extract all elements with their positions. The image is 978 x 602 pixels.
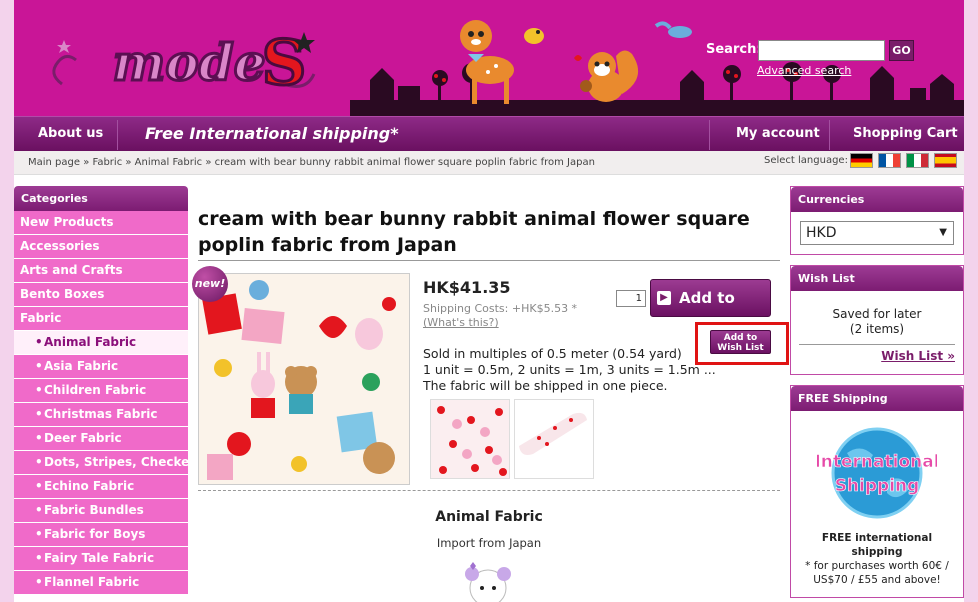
category-item[interactable]: Christmas Fabric <box>14 403 188 427</box>
product-price: HK$41.35 <box>423 278 511 297</box>
category-section-title: Animal Fabric <box>435 509 543 525</box>
product-main: cream with bear bunny rabbit animal flow… <box>192 186 789 602</box>
cat-mascot-icon <box>465 562 511 602</box>
nav-free-international-shipping[interactable]: Free International shipping* <box>145 117 399 152</box>
fabric-roll-thumbnail-image <box>515 400 593 478</box>
category-item[interactable]: Fabric <box>14 307 188 331</box>
category-item[interactable]: Echino Fabric <box>14 475 188 499</box>
description-line: Sold in multiples of 0.5 meter (0.54 yar… <box>423 346 682 361</box>
category-item[interactable]: Arts and Crafts <box>14 259 188 283</box>
language-label: Select language: <box>764 155 848 166</box>
advanced-search-link[interactable]: Advanced search <box>757 64 851 77</box>
free-shipping-box: FREE Shipping International Shipping FRE… <box>790 385 964 598</box>
category-item[interactable]: Fairy Tale Fabric <box>14 547 188 571</box>
wishlist-box: Wish List Saved for later (2 items) Wish… <box>790 265 964 375</box>
category-item[interactable]: Flannel Fabric <box>14 571 188 595</box>
breadcrumb-bar: Main page » Fabric » Animal Fabric » cre… <box>14 151 964 175</box>
wishlist-divider <box>799 344 955 345</box>
nav-about-us[interactable]: About us <box>38 117 103 152</box>
free-shipping-bold-line: FREE international shipping <box>821 532 933 558</box>
svg-text:mode: mode <box>112 33 265 92</box>
shipping-costs: Shipping Costs: +HK$5.53 * (What's this?… <box>423 302 615 330</box>
dropdown-arrow-icon: ▼ <box>939 227 947 238</box>
search-go-button[interactable]: GO <box>889 40 914 61</box>
category-item[interactable]: Accessories <box>14 235 188 259</box>
free-shipping-heading: FREE Shipping <box>791 386 963 411</box>
svg-text:S: S <box>262 26 307 99</box>
category-list: New Products Accessories Arts and Crafts Be… <box>14 211 188 595</box>
categories-sidebar: Categories New Products Accessories Arts a… <box>14 186 188 602</box>
wishlist-link[interactable]: Wish List » <box>799 349 955 364</box>
quantity-input[interactable]: 1 <box>616 290 646 307</box>
forest-animals-illustration <box>350 20 964 116</box>
site-header: mode S Search: GO Advanced search <box>14 0 964 116</box>
international-shipping-image[interactable]: International Shipping <box>814 423 940 523</box>
nav-divider <box>709 120 710 150</box>
wishlist-saved-text: Saved for later <box>832 307 922 321</box>
free-shipping-text: FREE international shipping * for purcha… <box>791 523 963 597</box>
fabric-pattern-image <box>199 274 409 484</box>
shipping-costs-text: Shipping Costs: +HK$5.53 * <box>423 302 578 315</box>
search-input[interactable] <box>758 40 885 61</box>
right-sidebar: Currencies HKD ▼ Wish List Saved for lat… <box>790 186 964 602</box>
page: mode S Search: GO Advanced search About … <box>14 0 964 602</box>
flag-spanish-icon[interactable] <box>934 153 957 168</box>
modes-logo[interactable]: mode S <box>44 22 334 102</box>
wishlist-count: (2 items) <box>849 322 905 336</box>
category-item[interactable]: Dots, Stripes, Checker <box>14 451 188 475</box>
nav-divider <box>829 120 830 150</box>
wishlist-heading: Wish List <box>791 266 963 291</box>
category-item[interactable]: Fabric Bundles <box>14 499 188 523</box>
search-label: Search: <box>706 42 762 57</box>
flag-italian-icon[interactable] <box>906 153 929 168</box>
nav-divider <box>117 120 118 150</box>
category-section-subtitle: Import from Japan <box>436 536 542 550</box>
wishlist-body: Saved for later (2 items) Wish List » <box>791 291 963 374</box>
category-item[interactable]: New Products <box>14 211 188 235</box>
category-item[interactable]: Fabric for Boys <box>14 523 188 547</box>
section-divider <box>198 490 780 491</box>
shipping-image-line2: Shipping <box>835 476 920 496</box>
product-thumbnail[interactable] <box>430 399 510 479</box>
globe-icon: International Shipping <box>814 427 940 519</box>
categories-heading: Categories <box>14 186 188 211</box>
product-thumbnail[interactable] <box>514 399 594 479</box>
description-line: The fabric will be shipped in one piece. <box>423 378 668 393</box>
description-line: 1 unit = 0.5m, 2 units = 1m, 3 units = 1… <box>423 362 716 377</box>
nav-shopping-cart[interactable]: Shopping Cart <box>853 117 958 152</box>
main-nav: About us Free International shipping* My… <box>14 116 964 151</box>
product-image[interactable] <box>198 273 410 485</box>
whats-this-link[interactable]: (What's this?) <box>423 316 499 329</box>
currency-value: HKD <box>806 225 837 241</box>
category-item[interactable]: Bento Boxes <box>14 283 188 307</box>
product-description: Sold in multiples of 0.5 meter (0.54 yar… <box>423 346 723 394</box>
category-item[interactable]: Children Fabric <box>14 379 188 403</box>
currencies-box: Currencies HKD ▼ <box>790 186 964 255</box>
product-title: cream with bear bunny rabbit animal flow… <box>198 206 780 261</box>
free-shipping-condition: US$70 / £55 and above! <box>813 574 941 586</box>
category-item[interactable]: Deer Fabric <box>14 427 188 451</box>
free-shipping-condition: * for purchases worth 60€ / <box>805 560 949 572</box>
new-badge: new! <box>192 266 228 302</box>
flag-german-icon[interactable] <box>850 153 873 168</box>
flag-french-icon[interactable] <box>878 153 901 168</box>
breadcrumb[interactable]: Main page » Fabric » Animal Fabric » cre… <box>28 157 595 168</box>
category-item[interactable]: Asia Fabric <box>14 355 188 379</box>
shipping-image-line1: International <box>817 452 937 472</box>
add-to-cart-button[interactable]: ▶ Add to Cart <box>650 279 771 343</box>
currency-select[interactable]: HKD ▼ <box>800 221 954 245</box>
arrow-right-icon: ▶ <box>657 291 671 305</box>
category-item[interactable]: Animal Fabric <box>14 331 188 355</box>
currencies-heading: Currencies <box>791 187 963 212</box>
wish-button-line1: Add to <box>723 333 758 343</box>
fabric-thumbnail-image <box>431 400 509 478</box>
nav-my-account[interactable]: My account <box>736 117 820 152</box>
